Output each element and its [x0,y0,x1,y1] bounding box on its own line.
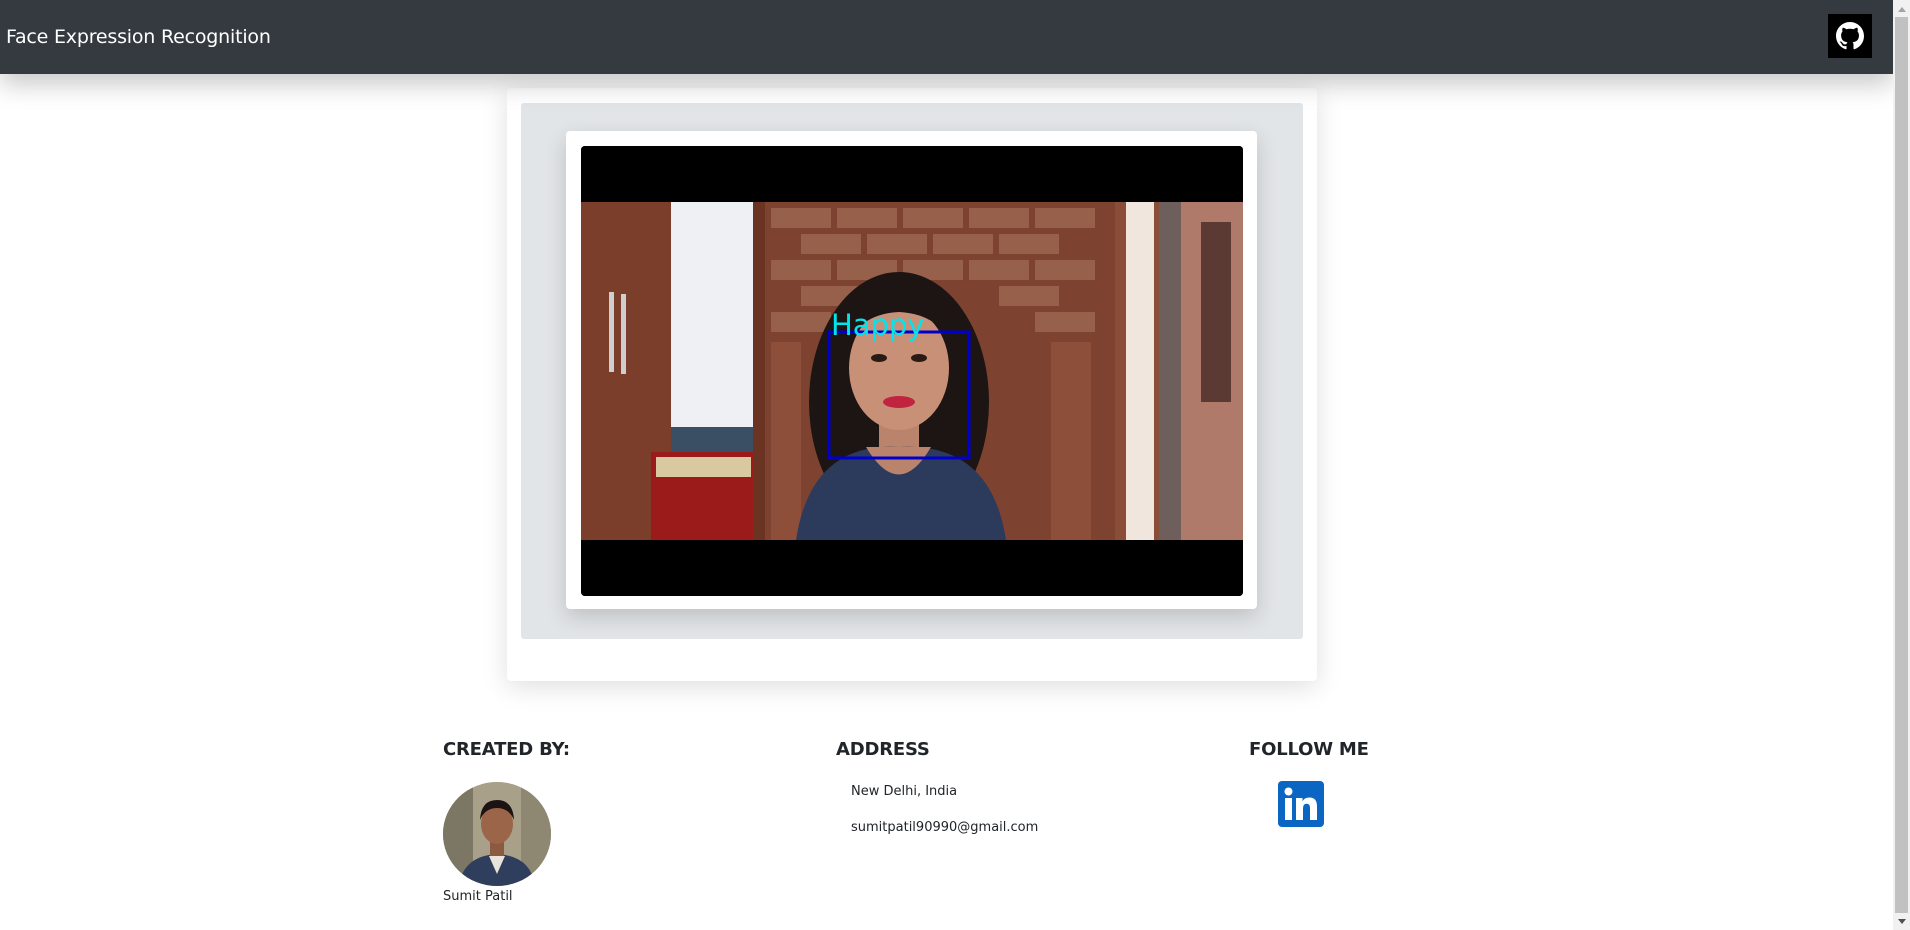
webcam-feed: Happy [581,146,1243,596]
linkedin-button[interactable] [1278,781,1324,827]
scroll-down-arrow[interactable] [1893,913,1910,930]
avatar [443,782,551,886]
github-icon [1836,22,1864,50]
brand-title[interactable]: Face Expression Recognition [6,25,271,49]
webcam-image: Happy [581,146,1243,596]
address-heading: ADDRESS [836,739,930,760]
scroll-up-arrow[interactable] [1893,0,1910,17]
creator-photo [443,782,551,886]
scroll-thumb[interactable] [1895,17,1908,913]
linkedin-icon [1278,781,1324,827]
video-card: Happy [566,131,1257,609]
expression-label: Happy [831,308,925,342]
creator-name: Sumit Patil [443,889,513,904]
follow-heading: FOLLOW ME [1249,739,1369,760]
address-city: New Delhi, India [851,784,958,799]
address-email[interactable]: sumitpatil90990@gmail.com [851,820,1038,835]
navbar: Face Expression Recognition [0,0,1893,74]
created-by-heading: CREATED BY: [443,739,570,760]
github-button[interactable] [1828,14,1872,58]
vertical-scrollbar[interactable] [1893,0,1910,930]
page: Face Expression Recognition Happy CREATE… [0,0,1893,930]
